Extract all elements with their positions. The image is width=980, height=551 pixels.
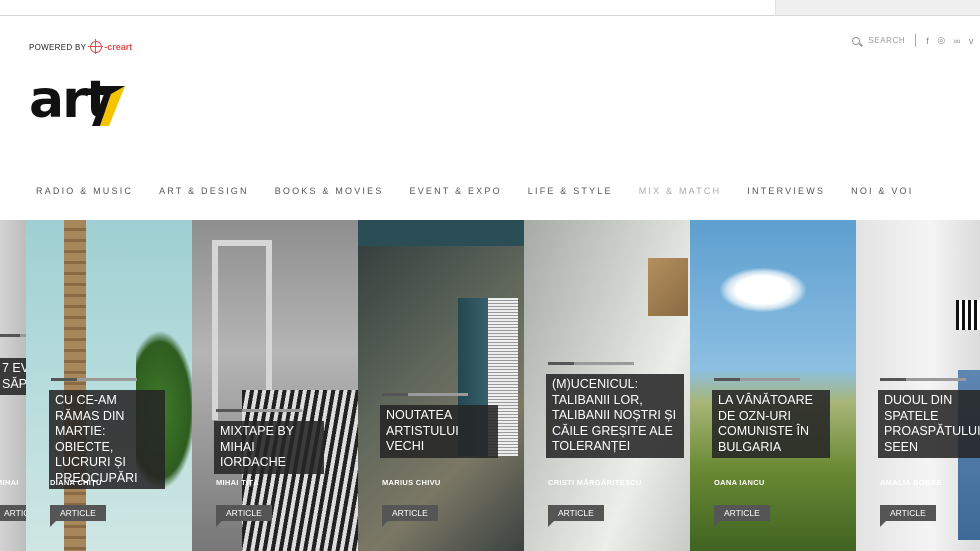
card-author[interactable]: DIANA CHIȚU <box>50 478 102 487</box>
article-card[interactable]: LA VÂNĂTOARE DE OZN-URI COMUNISTE ÎN BUL… <box>690 220 856 551</box>
card-category[interactable]: ARTICLE <box>50 505 106 527</box>
card-image-wood <box>648 258 688 316</box>
card-title-bar <box>548 362 634 365</box>
powered-by[interactable]: POWERED BY -creart <box>29 39 133 54</box>
card-title[interactable]: NOUTATEA ARTISTULUI VECHI <box>380 405 498 458</box>
nav-mix-match[interactable]: MIX & MATCH <box>639 186 722 196</box>
card-category[interactable]: ARTICLE <box>382 505 438 527</box>
card-image-palm <box>64 220 86 551</box>
card-title-bar <box>880 378 966 381</box>
card-title-bar <box>51 378 137 381</box>
logo-seven-mark <box>92 86 125 126</box>
article-card[interactable]: (M)UCENICUL: TALIBANII LOR, TALIBANII NO… <box>524 220 690 551</box>
header-tools: SEARCH f ◎ ∞ v <box>852 34 974 47</box>
card-category[interactable]: ARTICLE <box>714 505 770 527</box>
card-category[interactable]: ARTICLE <box>548 505 604 527</box>
top-search-area[interactable] <box>775 0 980 15</box>
creart-brand: -creart <box>104 42 133 52</box>
article-card[interactable]: CU CE-AM RĂMAS DIN MARTIE: OBIECTE, LUCR… <box>26 220 192 551</box>
card-category[interactable]: ARTICLE <box>880 505 936 527</box>
vimeo-icon[interactable]: v <box>969 36 974 46</box>
nav-noi-voi[interactable]: NOI & VOI <box>851 186 913 196</box>
card-title[interactable]: MIXTAPE BY MIHAI IORDACHE <box>214 421 324 474</box>
card-category[interactable]: ARTICLE <box>0 505 26 521</box>
site-logo[interactable]: art <box>29 70 129 130</box>
article-card[interactable]: DUOUL DIN SPATELE PROASPĂTULUI SEEN AMAL… <box>856 220 980 551</box>
article-card[interactable]: NOUTATEA ARTISTULUI VECHI MARIUS CHIVU A… <box>358 220 524 551</box>
card-image-cloud <box>720 268 806 312</box>
card-title[interactable]: CU CE-AM RĂMAS DIN MARTIE: OBIECTE, LUCR… <box>49 390 165 489</box>
card-author[interactable]: OANA IANCU <box>714 478 765 487</box>
card-image-band <box>358 220 524 246</box>
powered-by-label: POWERED BY <box>29 42 87 52</box>
nav-radio-music[interactable]: RADIO & MUSIC <box>36 186 133 196</box>
nav-event-expo[interactable]: EVENT & EXPO <box>410 186 502 196</box>
card-image-top <box>956 300 980 330</box>
creart-target-icon <box>88 39 104 54</box>
card-author[interactable]: MARIUS CHIVU <box>382 478 441 487</box>
mixcloud-icon[interactable]: ∞ <box>954 36 961 46</box>
card-author[interactable]: AMALIA BOBRE <box>880 478 942 487</box>
facebook-icon[interactable]: f <box>926 36 929 46</box>
card-title-bar <box>714 378 800 381</box>
nav-interviews[interactable]: INTERVIEWS <box>747 186 825 196</box>
article-strip: 7 EVE PEN SĂP AST APR MIHAI ARTICLE CU C… <box>0 220 980 551</box>
article-card[interactable]: MIXTAPE BY MIHAI IORDACHE MIHAI TIȚA ART… <box>192 220 358 551</box>
card-title-bar <box>382 393 468 396</box>
card-category[interactable]: ARTICLE <box>216 505 272 527</box>
search-label[interactable]: SEARCH <box>868 36 905 45</box>
card-title[interactable]: LA VÂNĂTOARE DE OZN-URI COMUNISTE ÎN BUL… <box>712 390 830 458</box>
browser-top-bar <box>0 0 980 16</box>
card-title-bar <box>216 409 302 412</box>
nav-art-design[interactable]: ART & DESIGN <box>159 186 249 196</box>
main-nav: RADIO & MUSIC ART & DESIGN BOOKS & MOVIE… <box>36 186 939 196</box>
card-title-bar <box>0 334 26 337</box>
card-title[interactable]: 7 EVE PEN SĂP AST APR <box>0 358 26 395</box>
card-author[interactable]: MIHAI TIȚA <box>216 478 259 487</box>
search-icon[interactable] <box>852 36 861 45</box>
card-author[interactable]: MIHAI <box>0 478 19 487</box>
tools-divider <box>915 34 917 47</box>
nav-books-movies[interactable]: BOOKS & MOVIES <box>275 186 384 196</box>
instagram-icon[interactable]: ◎ <box>937 35 945 46</box>
nav-life-style[interactable]: LIFE & STYLE <box>528 186 613 196</box>
card-title[interactable]: (M)UCENICUL: TALIBANII LOR, TALIBANII NO… <box>546 374 684 458</box>
card-title[interactable]: DUOUL DIN SPATELE PROASPĂTULUI SEEN <box>878 390 980 458</box>
article-card[interactable]: 7 EVE PEN SĂP AST APR MIHAI ARTICLE <box>0 220 26 551</box>
card-author[interactable]: CRISTI MĂRGĂRITESCU <box>548 478 642 487</box>
